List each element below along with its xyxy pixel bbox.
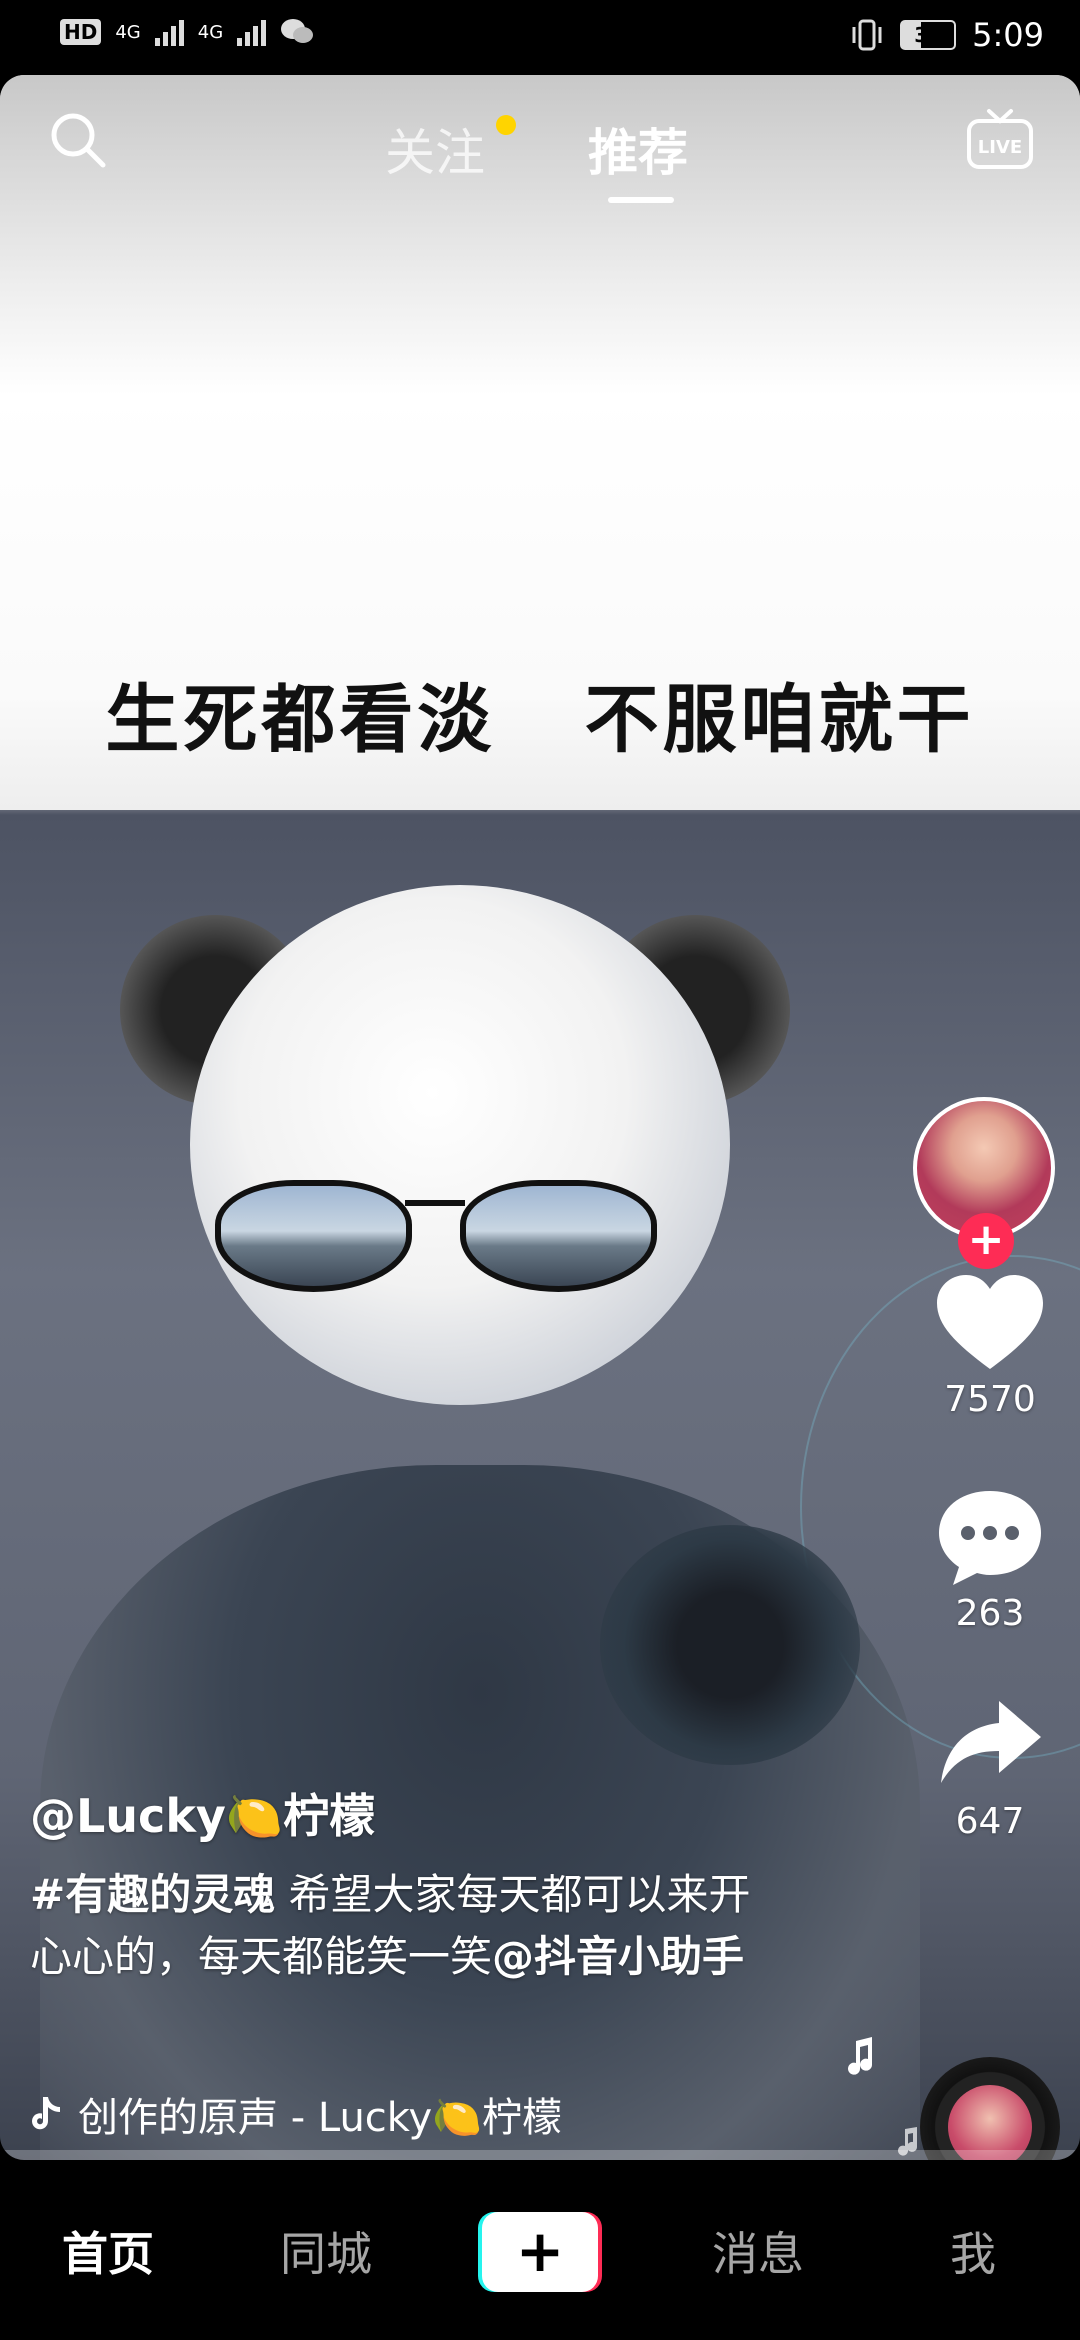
mention-link[interactable]: @抖音小助手	[492, 1932, 744, 1981]
tab-recommend[interactable]: 推荐	[588, 113, 688, 185]
tab-follow[interactable]: 关注	[385, 113, 485, 185]
author-name[interactable]: @Lucky🍋柠檬	[30, 1780, 760, 1846]
nav-messages[interactable]: 消息	[712, 2218, 804, 2284]
signal-label-2: 4G	[197, 21, 224, 43]
search-icon[interactable]	[48, 110, 108, 170]
share-icon	[941, 1701, 1041, 1783]
live-label: LIVE	[978, 137, 1022, 158]
status-bar: HD 4G 4G 37 5:09	[0, 0, 1080, 75]
glasses-bridge	[405, 1200, 465, 1206]
like-button[interactable]: 7570	[925, 1273, 1055, 1420]
nav-nearby[interactable]: 同城	[280, 2218, 372, 2284]
video-player[interactable]: 生死都看淡 不服咱就干 关注 推荐 LIVE + 7570 263 647 @L…	[0, 75, 1080, 2160]
video-progress-bar[interactable]	[0, 2150, 1080, 2160]
follow-button[interactable]: +	[958, 1213, 1014, 1269]
music-title: 创作的原声 - Lucky🍋柠檬	[78, 2095, 563, 2141]
video-description: #有趣的灵魂 希望大家每天都可以来开心心的，每天都能笑一笑@抖音小助手	[30, 1864, 760, 1988]
hashtag-link[interactable]: #有趣的灵魂	[30, 1870, 275, 1919]
plus-icon: +	[482, 2212, 598, 2292]
panda-paw	[600, 1525, 860, 1765]
status-right: 37 5:09	[850, 16, 1044, 54]
lens-left	[215, 1180, 412, 1292]
music-ticker[interactable]: 创作的原声 - Lucky🍋柠檬	[30, 2085, 590, 2143]
signal-label-1: 4G	[115, 21, 141, 43]
nav-me[interactable]: 我	[950, 2218, 996, 2284]
music-disc-cover	[948, 2085, 1032, 2160]
nav-home[interactable]: 首页	[62, 2218, 154, 2284]
live-icon[interactable]: LIVE	[965, 105, 1035, 175]
lens-right	[460, 1180, 657, 1292]
comment-count: 263	[955, 1593, 1025, 1634]
bottom-nav: 首页 同城 + 消息 我	[0, 2160, 1080, 2340]
battery-icon: 37	[900, 20, 957, 50]
panda-head	[190, 885, 730, 1405]
heart-icon	[937, 1275, 1043, 1369]
top-nav: 关注 推荐 LIVE	[0, 75, 1080, 225]
active-tab-indicator	[608, 197, 674, 203]
video-overlay-text: 生死都看淡 不服咱就干	[105, 677, 975, 763]
share-button[interactable]: 647	[925, 1695, 1055, 1842]
battery-level: 37	[914, 23, 943, 47]
create-button[interactable]: +	[478, 2212, 602, 2292]
signal-icon-2	[237, 18, 267, 46]
share-count: 647	[955, 1801, 1025, 1842]
music-disc[interactable]	[920, 2057, 1060, 2160]
notification-dot	[496, 115, 516, 135]
hd-badge: HD	[60, 19, 102, 45]
like-count: 7570	[944, 1379, 1036, 1420]
comment-icon	[939, 1491, 1041, 1585]
comment-button[interactable]: 263	[925, 1487, 1055, 1634]
panda-sunglasses	[215, 1180, 657, 1292]
wechat-icon	[281, 19, 314, 43]
video-caption: @Lucky🍋柠檬 #有趣的灵魂 希望大家每天都可以来开心心的，每天都能笑一笑@…	[30, 1780, 760, 1988]
tiktok-note-icon	[32, 2097, 60, 2130]
vibrate-icon	[852, 19, 882, 51]
signal-icon	[154, 18, 184, 46]
clock: 5:09	[972, 16, 1044, 54]
status-left: HD 4G 4G	[60, 18, 314, 46]
floating-music-note-icon	[848, 2037, 872, 2075]
